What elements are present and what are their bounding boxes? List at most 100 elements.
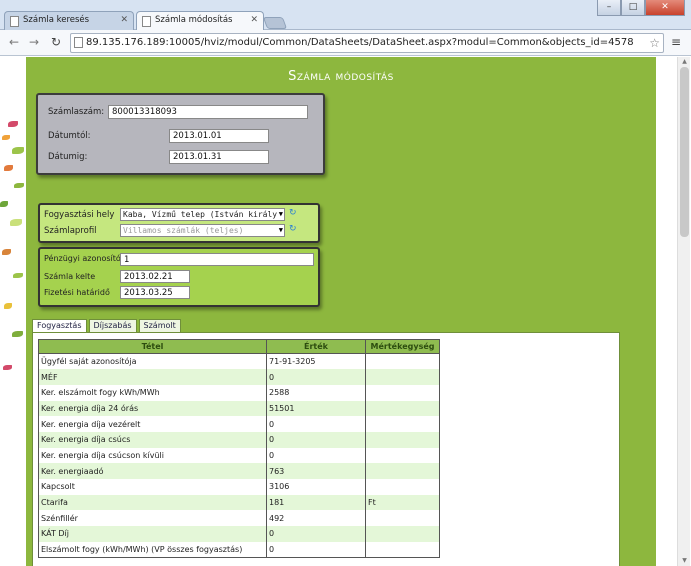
table-row[interactable]: Ker. energia díja 24 órás 51501 [38,400,440,417]
scroll-down-icon[interactable]: ▼ [678,556,691,566]
tab-calculated[interactable]: Számolt [138,319,181,333]
consumption-place-select[interactable]: Kaba, Vízmű telep (István király ▼ [120,208,285,221]
invoice-profile-label: Számlaprofil [44,226,97,236]
tab-title: Számla módosítás [155,15,233,25]
browser-titlebar: Számla keresés ✕ Számla módosítás ✕ – □ … [0,0,691,30]
date-from-label: Dátumtól: [48,131,91,141]
value-cell: 3106 [266,479,366,495]
invoice-profile-value: Villamos számlák (teljes) [123,226,244,235]
invoice-number-input[interactable]: 800013318093 [108,105,308,119]
tab-title: Számla keresés [23,15,90,25]
back-arrow-icon[interactable]: ← [6,35,22,51]
tab-tariff[interactable]: Díjszabás [88,319,137,333]
column-header-item[interactable]: Tétel [38,339,267,354]
vertical-scrollbar[interactable]: ▲ ▼ [677,57,690,566]
scrollbar-thumb[interactable] [680,67,689,237]
table-row[interactable]: Ügyfél saját azonosítója 71-91-3205 [38,353,440,370]
maximize-button[interactable]: □ [621,0,645,16]
unit-cell [365,463,440,479]
item-cell: Ker. elszámolt fogy kWh/MWh [38,384,267,401]
date-to-input[interactable]: 2013.01.31 [169,150,269,164]
value-cell: 2588 [266,384,366,401]
item-cell: Ker. energia díja csúcs [38,431,267,448]
consumption-place-value: Kaba, Vízmű telep (István király [123,210,278,219]
close-window-button[interactable]: ✕ [645,0,685,16]
menu-icon[interactable]: ≡ [669,36,683,50]
chevron-down-icon: ▼ [278,210,283,218]
close-icon[interactable]: ✕ [120,15,128,25]
table-row[interactable]: KÁT Díj 0 [38,526,440,542]
due-date-label: Fizetési határidő [44,288,110,297]
unit-cell [365,400,440,417]
unit-cell: Ft [365,494,440,511]
unit-cell [365,510,440,527]
new-tab-button[interactable] [262,17,288,29]
table-row[interactable]: Ker. energia díja csúcson kívüli 0 [38,447,440,464]
finance-panel: Pénzügyi azonosító 1 Számla kelte 2013.0… [38,247,320,307]
value-cell: 181 [266,494,366,511]
item-cell: Ker. energia díja 24 órás [38,400,267,417]
tab-consumption[interactable]: Fogyasztás [32,319,87,333]
refresh-icon[interactable]: ↻ [289,209,298,218]
close-icon[interactable]: ✕ [250,15,258,25]
issue-date-input[interactable]: 2013.02.21 [120,270,190,283]
table-row[interactable]: Ker. elszámolt fogy kWh/MWh 2588 [38,384,440,401]
data-tabs: Fogyasztás Díjszabás Számolt [32,319,181,333]
table-row[interactable]: Ctarifa 181 Ft [38,494,440,511]
value-cell: 763 [266,463,366,479]
invoice-profile-select[interactable]: Villamos számlák (teljes) ▼ [120,224,285,237]
url-text: 89.135.176.189:10005/hviz/modul/Common/D… [86,37,634,48]
invoice-number-label: Számlaszám: [48,107,105,117]
value-cell: 71-91-3205 [266,353,366,370]
value-cell: 0 [266,416,366,432]
decorative-leaves [0,117,26,387]
item-cell: KÁT Díj [38,526,267,542]
unit-cell [365,541,440,558]
consumption-tab-panel: Tétel Érték Mértékegység Ügyfél saját az… [32,332,620,566]
date-from-input[interactable]: 2013.01.01 [169,129,269,143]
browser-tab-search[interactable]: Számla keresés ✕ [4,11,134,30]
reload-icon[interactable]: ↻ [48,35,64,51]
item-cell: Kapcsolt [38,479,267,495]
minimize-button[interactable]: – [597,0,621,16]
item-cell: MÉF [38,369,267,385]
finance-id-label: Pénzügyi azonosító [44,254,121,263]
table-row[interactable]: Szénfillér 492 [38,510,440,527]
forward-arrow-icon[interactable]: → [26,35,42,51]
consumption-place-label: Fogyasztási hely [44,210,115,220]
table-row[interactable]: Kapcsolt 3106 [38,479,440,495]
unit-cell [365,416,440,432]
location-panel: Fogyasztási hely Kaba, Vízmű telep (Istv… [38,203,320,243]
value-cell: 0 [266,541,366,558]
table-row[interactable]: Ker. energia díja vezérelt 0 [38,416,440,432]
item-cell: Ker. energia díja vezérelt [38,416,267,432]
value-cell: 0 [266,447,366,464]
item-cell: Elszámolt fogy (kWh/MWh) (VP összes fogy… [38,541,267,558]
bookmark-star-icon[interactable]: ☆ [649,34,660,52]
table-row[interactable]: Ker. energia díja csúcs 0 [38,431,440,448]
due-date-input[interactable]: 2013.03.25 [120,286,190,299]
unit-cell [365,384,440,401]
browser-tab-edit[interactable]: Számla módosítás ✕ [136,11,264,30]
item-cell: Ügyfél saját azonosítója [38,353,267,370]
chevron-down-icon: ▼ [278,226,283,234]
item-cell: Ker. energia díja csúcson kívüli [38,447,267,464]
issue-date-label: Számla kelte [44,272,96,281]
finance-id-input[interactable]: 1 [120,253,314,266]
unit-cell [365,447,440,464]
table-row[interactable]: MÉF 0 [38,369,440,385]
column-header-unit[interactable]: Mértékegység [365,339,440,354]
value-cell: 0 [266,526,366,542]
page-content: Számla módosítás Számlaszám: 80001331809… [26,57,656,566]
table-row[interactable]: Ker. energiaadó 763 [38,463,440,479]
browser-toolbar: ← → ↻ 89.135.176.189:10005/hviz/modul/Co… [0,30,691,56]
address-bar[interactable]: 89.135.176.189:10005/hviz/modul/Common/D… [70,33,664,53]
table-row[interactable]: Elszámolt fogy (kWh/MWh) (VP összes fogy… [38,541,440,558]
page-title: Számla módosítás [288,69,394,84]
value-cell: 492 [266,510,366,527]
scroll-up-icon[interactable]: ▲ [678,57,691,67]
refresh-icon[interactable]: ↻ [289,225,298,234]
column-header-value[interactable]: Érték [266,339,366,354]
table-header-row: Tétel Érték Mértékegység [38,339,440,354]
page-viewport: Számla módosítás Számlaszám: 80001331809… [0,57,691,566]
